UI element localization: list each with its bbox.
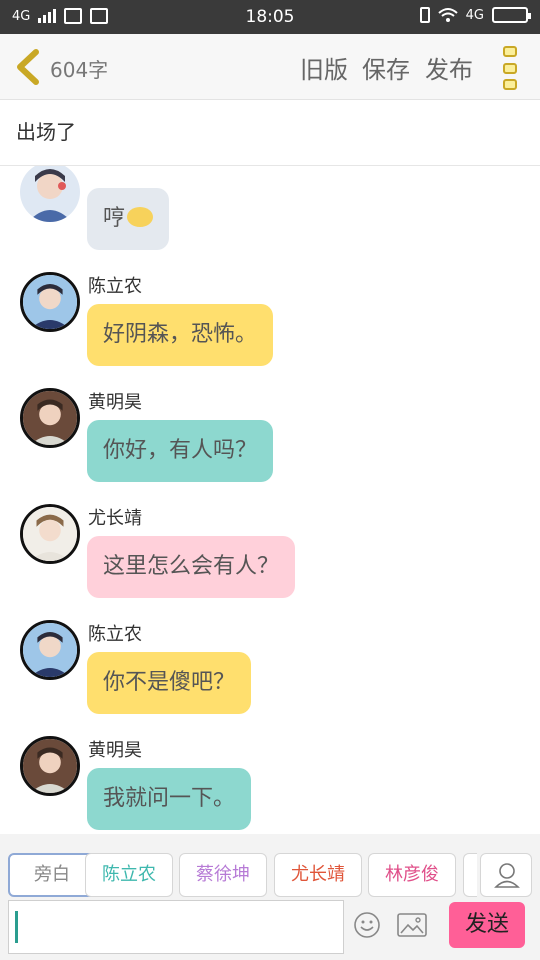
message-bubble[interactable]: 好阴森，恐怖。	[87, 304, 274, 366]
wifi-icon	[437, 8, 458, 22]
message-text: 哼	[103, 206, 126, 231]
character-tab[interactable]: 陈立农	[85, 853, 173, 897]
message-text: 好阴森，恐怖。	[103, 322, 258, 347]
sender-name: 陈立农	[88, 624, 142, 645]
chat-area[interactable]: 作者 哼 陈立农 好阴森，恐怖。 黄明昊 你好，有人吗？ 尤长靖 这里怎么会有人…	[0, 166, 540, 834]
status-right: 4G	[419, 7, 531, 23]
text-caret	[15, 911, 18, 943]
editor-header: 604字 旧版 保存 发布	[0, 34, 540, 100]
message-input[interactable]	[8, 900, 344, 954]
user-icon	[494, 863, 520, 888]
battery-icon	[492, 7, 531, 23]
more-menu-button[interactable]	[500, 46, 520, 90]
charging-icon	[419, 7, 430, 23]
unamused-emoji-icon	[127, 207, 154, 227]
message-text: 你好，有人吗？	[103, 438, 258, 463]
message-bubble[interactable]: 我就问一下。	[87, 768, 252, 830]
sender-name: 陈立农	[88, 276, 142, 297]
sender-name: 黄明昊	[88, 392, 142, 413]
avatar[interactable]	[20, 504, 80, 564]
avatar[interactable]	[20, 736, 80, 796]
status-bar: 4G 18:05 4G	[0, 0, 540, 34]
character-tab-bar: 旁白 陈立农 蔡徐坤 尤长靖 林彦俊	[0, 834, 540, 898]
more-dot-icon	[503, 79, 517, 90]
message-bubble[interactable]: 这里怎么会有人？	[87, 536, 296, 598]
save-button[interactable]: 保存	[362, 50, 410, 85]
input-bar: 发送	[0, 898, 540, 960]
word-count: 604字	[50, 58, 109, 82]
character-tab[interactable]: 蔡徐坤	[179, 853, 267, 897]
message-text: 我就问一下。	[103, 786, 236, 811]
emoji-button[interactable]	[352, 910, 382, 940]
character-tab-narrator[interactable]: 旁白	[8, 853, 96, 897]
back-button[interactable]	[12, 48, 42, 86]
sender-name: 尤长靖	[88, 508, 142, 529]
role-switch-button[interactable]	[480, 853, 532, 897]
chapter-title-bar[interactable]: 出场了	[0, 100, 540, 166]
network-type-right: 4G	[465, 7, 484, 23]
chevron-left-icon	[17, 49, 39, 85]
avatar[interactable]	[20, 388, 80, 448]
character-tab-partial[interactable]	[463, 853, 477, 897]
image-icon	[397, 913, 427, 937]
character-tab[interactable]: 尤长靖	[274, 853, 362, 897]
message-text: 你不是傻吧？	[103, 670, 236, 695]
old-version-button[interactable]: 旧版	[300, 50, 348, 85]
more-dot-icon	[503, 62, 517, 74]
send-button[interactable]: 发送	[449, 902, 525, 948]
avatar[interactable]	[20, 166, 80, 222]
chapter-title[interactable]: 出场了	[16, 116, 76, 145]
more-dot-icon	[503, 46, 517, 57]
avatar[interactable]	[20, 620, 80, 680]
avatar[interactable]	[20, 272, 80, 332]
smiley-icon	[354, 912, 380, 938]
message-bubble[interactable]: 你不是傻吧？	[87, 652, 252, 714]
message-text: 这里怎么会有人？	[103, 554, 280, 579]
publish-button[interactable]: 发布	[425, 50, 473, 85]
message-bubble[interactable]: 你好，有人吗？	[87, 420, 274, 482]
character-tab[interactable]: 林彦俊	[368, 853, 456, 897]
message-bubble[interactable]: 哼	[87, 188, 170, 250]
sender-name: 黄明昊	[88, 740, 142, 761]
image-button[interactable]	[397, 912, 427, 938]
